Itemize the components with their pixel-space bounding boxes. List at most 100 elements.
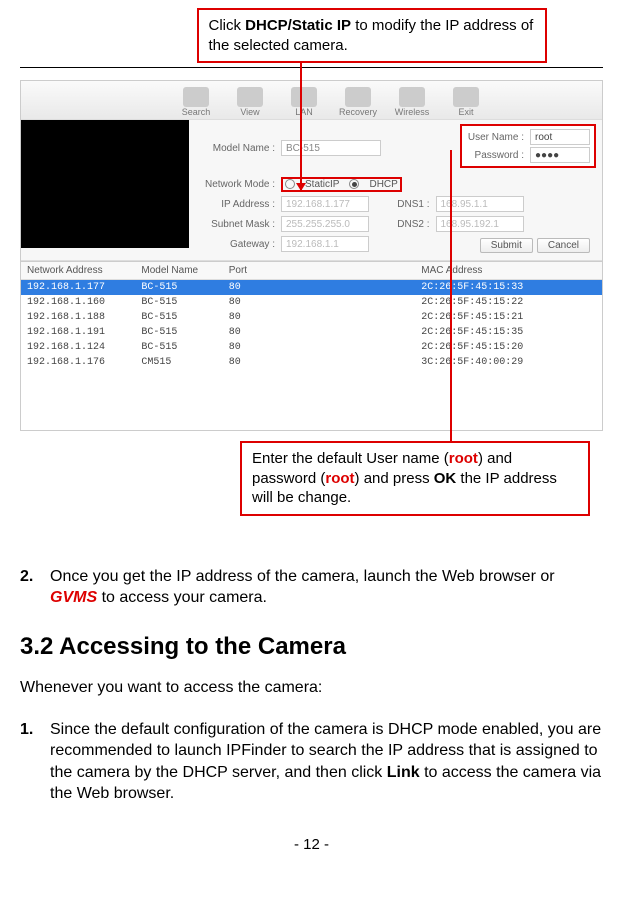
password-input[interactable]: ●●●● <box>530 147 590 163</box>
divider <box>20 67 603 68</box>
submit-button[interactable]: Submit <box>480 238 533 253</box>
step-number: 1. <box>20 719 50 805</box>
callout-text: Enter the default User name ( <box>252 450 449 467</box>
document-body: 2. Once you get the IP address of the ca… <box>20 516 603 856</box>
dhcp-radio[interactable] <box>349 179 359 189</box>
settings-form: User Name : root Password : ●●●● Model N… <box>189 120 602 260</box>
toolbar-label: LAN <box>295 107 313 117</box>
toolbar-label: Exit <box>458 107 473 117</box>
credentials-box: User Name : root Password : ●●●● <box>460 124 596 168</box>
step-text: Since the default configuration of the c… <box>50 719 603 805</box>
step-number: 2. <box>20 566 50 609</box>
cell-mac: 2C:26:5F:45:15:21 <box>261 310 602 325</box>
toolbar-label: Recovery <box>339 107 377 117</box>
callout-bottom: Enter the default User name (root) and p… <box>240 441 590 516</box>
recovery-icon <box>345 87 371 107</box>
gateway-input[interactable]: 192.168.1.1 <box>281 236 369 252</box>
page-number: - 12 - <box>20 835 603 855</box>
table-row[interactable]: 192.168.1.176CM515803C:26:5F:40:00:29 <box>21 355 602 370</box>
cell-mac: 3C:26:5F:40:00:29 <box>261 355 602 370</box>
cell-port: 80 <box>223 280 262 296</box>
cell-addr: 192.168.1.176 <box>21 355 135 370</box>
table-empty-space <box>21 370 602 430</box>
text: Once you get the IP address of the camer… <box>50 568 555 585</box>
toolbar-label: Wireless <box>395 107 430 117</box>
paragraph: Whenever you want to access the camera: <box>20 677 603 699</box>
dns1-input[interactable]: 168.95.1.1 <box>436 196 524 212</box>
toolbar-search-button[interactable]: Search <box>171 87 221 117</box>
cell-addr: 192.168.1.191 <box>21 325 135 340</box>
camera-preview <box>21 120 189 248</box>
cell-port: 80 <box>223 310 262 325</box>
toolbar-label: View <box>240 107 259 117</box>
username-input[interactable]: root <box>530 129 590 145</box>
network-mode-label: Network Mode : <box>195 179 281 190</box>
col-addr: Network Address <box>21 262 135 280</box>
lan-icon <box>291 87 317 107</box>
cell-model: CM515 <box>135 355 222 370</box>
cell-model: BC-515 <box>135 325 222 340</box>
table-row[interactable]: 192.168.1.188BC-515802C:26:5F:45:15:21 <box>21 310 602 325</box>
cell-mac: 2C:26:5F:45:15:35 <box>261 325 602 340</box>
cell-port: 80 <box>223 340 262 355</box>
col-model: Model Name <box>135 262 222 280</box>
cell-mac: 2C:26:5F:45:15:22 <box>261 295 602 310</box>
ip-address-label: IP Address : <box>195 199 281 210</box>
subnet-label: Subnet Mask : <box>195 219 281 230</box>
cell-mac: 2C:26:5F:45:15:20 <box>261 340 602 355</box>
cell-addr: 192.168.1.177 <box>21 280 135 296</box>
cell-model: BC-515 <box>135 310 222 325</box>
cell-model: BC-515 <box>135 340 222 355</box>
callout-root2: root <box>325 470 354 487</box>
table-row[interactable]: 192.168.1.124BC-515802C:26:5F:45:15:20 <box>21 340 602 355</box>
table-header-row: Network Address Model Name Port MAC Addr… <box>21 262 602 280</box>
cell-port: 80 <box>223 325 262 340</box>
search-icon <box>183 87 209 107</box>
table-row[interactable]: 192.168.1.191BC-515802C:26:5F:45:15:35 <box>21 325 602 340</box>
device-table: Network Address Model Name Port MAC Addr… <box>21 262 602 370</box>
cell-model: BC-515 <box>135 295 222 310</box>
toolbar-lan-button[interactable]: LAN <box>279 87 329 117</box>
toolbar-recovery-button[interactable]: Recovery <box>333 87 383 117</box>
toolbar-view-button[interactable]: View <box>225 87 275 117</box>
arrow-bottom-icon <box>450 150 452 490</box>
link-text: Link <box>387 764 420 781</box>
cell-addr: 192.168.1.188 <box>21 310 135 325</box>
model-name-label: Model Name : <box>195 143 281 154</box>
wireless-icon <box>399 87 425 107</box>
staticip-radio[interactable] <box>285 179 295 189</box>
callout-bold: DHCP/Static IP <box>245 17 351 34</box>
col-port: Port <box>223 262 262 280</box>
cell-port: 80 <box>223 295 262 310</box>
table-row[interactable]: 192.168.1.160BC-515802C:26:5F:45:15:22 <box>21 295 602 310</box>
callout-ok: OK <box>434 470 457 487</box>
cell-port: 80 <box>223 355 262 370</box>
dns2-input[interactable]: 168.95.192.1 <box>436 216 524 232</box>
ipfinder-window: Search View LAN Recovery Wireless Exit U… <box>20 80 603 431</box>
password-label: Password : <box>466 150 530 161</box>
cell-mac: 2C:26:5F:45:15:33 <box>261 280 602 296</box>
table-row[interactable]: 192.168.1.177BC-515802C:26:5F:45:15:33 <box>21 280 602 296</box>
col-mac: MAC Address <box>261 262 602 280</box>
ip-address-input[interactable]: 192.168.1.177 <box>281 196 369 212</box>
gvms-text: GVMS <box>50 589 97 606</box>
cancel-button[interactable]: Cancel <box>537 238 590 253</box>
cell-addr: 192.168.1.124 <box>21 340 135 355</box>
toolbar-exit-button[interactable]: Exit <box>441 87 491 117</box>
subnet-input[interactable]: 255.255.255.0 <box>281 216 369 232</box>
text: to access your camera. <box>97 589 267 606</box>
toolbar-wireless-button[interactable]: Wireless <box>387 87 437 117</box>
dhcp-label: DHCP <box>369 179 397 190</box>
cell-model: BC-515 <box>135 280 222 296</box>
dns2-label: DNS2 : <box>396 219 436 230</box>
toolbar: Search View LAN Recovery Wireless Exit <box>21 81 602 119</box>
username-label: User Name : <box>466 132 530 143</box>
arrow-top-icon <box>300 60 302 190</box>
callout-root1: root <box>449 450 478 467</box>
toolbar-label: Search <box>182 107 211 117</box>
view-icon <box>237 87 263 107</box>
model-name-value: BC-515 <box>281 140 381 156</box>
step-text: Once you get the IP address of the camer… <box>50 566 603 609</box>
staticip-label: StaticIP <box>305 179 339 190</box>
exit-icon <box>453 87 479 107</box>
